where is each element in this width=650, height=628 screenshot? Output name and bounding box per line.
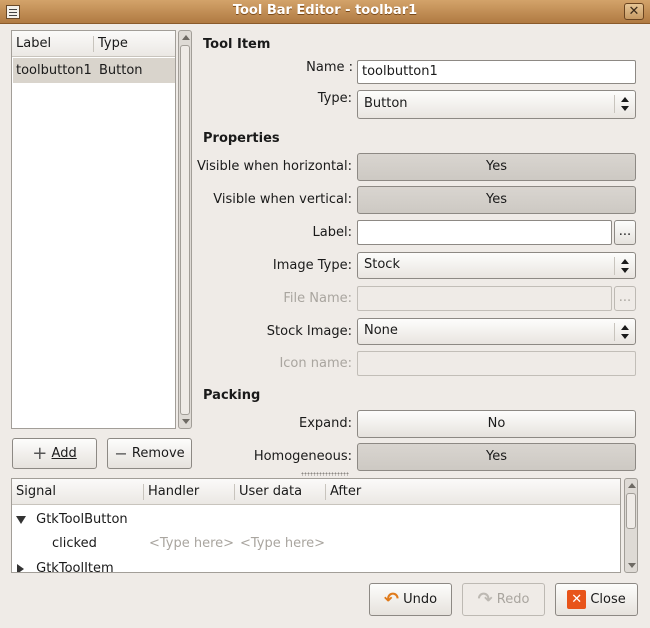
image-type-select[interactable]: Stock [357, 252, 636, 279]
visible-vertical-toggle[interactable]: Yes [357, 186, 636, 214]
column-header-signal[interactable]: Signal [16, 479, 56, 505]
scroll-down-icon[interactable] [182, 419, 190, 424]
user-data-cell[interactable]: <Type here> [240, 533, 325, 555]
redo-button-label: Redo [496, 592, 530, 607]
section-tool-item: Tool Item [203, 37, 271, 52]
signals-list: Signal Handler User data After GtkToolBu… [11, 478, 621, 573]
icon-name-field [357, 351, 636, 376]
column-header-handler[interactable]: Handler [148, 479, 199, 505]
section-packing: Packing [203, 388, 261, 403]
tree-row-group[interactable]: GtkToolItem [17, 558, 114, 573]
section-properties: Properties [203, 131, 280, 146]
minus-icon: − [114, 444, 128, 463]
type-label: Type: [317, 91, 352, 106]
column-header-after[interactable]: After [330, 479, 361, 505]
tree-row-group[interactable]: GtkToolButton [16, 509, 128, 531]
scroll-down-icon[interactable] [628, 563, 636, 568]
label-field[interactable] [357, 220, 612, 245]
signals-list-header: Signal Handler User data After [12, 479, 620, 505]
file-name-browse-button: ... [614, 286, 636, 311]
close-icon: ✕ [567, 590, 587, 609]
homogeneous-toggle[interactable]: Yes [357, 443, 636, 471]
stock-image-value: None [364, 323, 398, 338]
column-header-user-data[interactable]: User data [239, 479, 302, 505]
item-type: Button [99, 63, 143, 78]
icon-name-label: Icon name: [279, 356, 352, 371]
signal-name: clicked [52, 536, 97, 551]
expander-expanded-icon[interactable] [16, 515, 26, 524]
updown-icon [621, 97, 629, 111]
visible-horizontal-toggle[interactable]: Yes [357, 153, 636, 181]
image-type-value: Stock [364, 257, 400, 272]
undo-icon: ↶ [383, 589, 399, 610]
close-button[interactable]: ✕ Close [555, 583, 638, 616]
redo-icon: ↷ [477, 589, 493, 610]
file-name-field [357, 286, 612, 311]
scrollbar-thumb[interactable] [626, 493, 636, 529]
redo-button: ↷ Redo [462, 583, 545, 616]
column-header-type[interactable]: Type [98, 31, 128, 57]
pane-resize-handle[interactable] [301, 472, 349, 476]
column-header-label[interactable]: Label [16, 31, 51, 57]
items-list: Label Type toolbutton1 Button [11, 30, 176, 429]
visible-vertical-label: Visible when vertical: [213, 192, 352, 207]
title-bar: Tool Bar Editor - toolbar1 ✕ [0, 0, 650, 24]
expand-toggle[interactable]: No [357, 410, 636, 438]
signals-list-scrollbar[interactable] [624, 478, 638, 573]
add-button-label: Add [51, 446, 77, 461]
tree-row-signal[interactable]: clicked <Type here> <Type here> [12, 533, 620, 555]
group-name: GtkToolItem [36, 561, 114, 573]
type-select-value: Button [364, 96, 408, 111]
label-browse-button[interactable]: ... [614, 220, 636, 245]
updown-icon [621, 259, 629, 273]
scroll-up-icon[interactable] [628, 483, 636, 488]
scrollbar-thumb[interactable] [180, 45, 190, 415]
handler-cell[interactable]: <Type here> [149, 533, 234, 555]
list-item[interactable]: toolbutton1 Button [13, 58, 175, 83]
stock-image-label: Stock Image: [266, 324, 352, 339]
updown-icon [621, 325, 629, 339]
undo-button[interactable]: ↶ Undo [369, 583, 452, 616]
homogeneous-label: Homogeneous: [253, 449, 352, 464]
visible-horizontal-label: Visible when horizontal: [196, 159, 352, 174]
plus-icon: + [32, 443, 48, 464]
name-label: Name : [306, 60, 353, 75]
group-name: GtkToolButton [36, 512, 128, 527]
items-list-header: Label Type [12, 31, 175, 57]
expander-collapsed-icon[interactable] [17, 563, 24, 572]
remove-button-label: Remove [131, 446, 185, 461]
items-list-scrollbar[interactable] [178, 30, 192, 429]
window-title: Tool Bar Editor - toolbar1 [232, 3, 418, 18]
type-select[interactable]: Button [357, 90, 636, 119]
undo-button-label: Undo [403, 592, 438, 607]
label-label: Label: [312, 225, 352, 240]
image-type-label: Image Type: [272, 258, 352, 273]
expand-label: Expand: [299, 416, 352, 431]
window-close-button[interactable]: ✕ [624, 3, 644, 20]
stock-image-select[interactable]: None [357, 318, 636, 345]
scroll-up-icon[interactable] [182, 35, 190, 40]
item-label: toolbutton1 [16, 63, 92, 78]
add-button[interactable]: + Add [12, 438, 97, 469]
close-button-label: Close [590, 592, 626, 607]
name-field[interactable]: toolbutton1 [357, 60, 636, 84]
remove-button[interactable]: − Remove [107, 438, 192, 469]
file-name-label: File Name: [283, 291, 352, 306]
